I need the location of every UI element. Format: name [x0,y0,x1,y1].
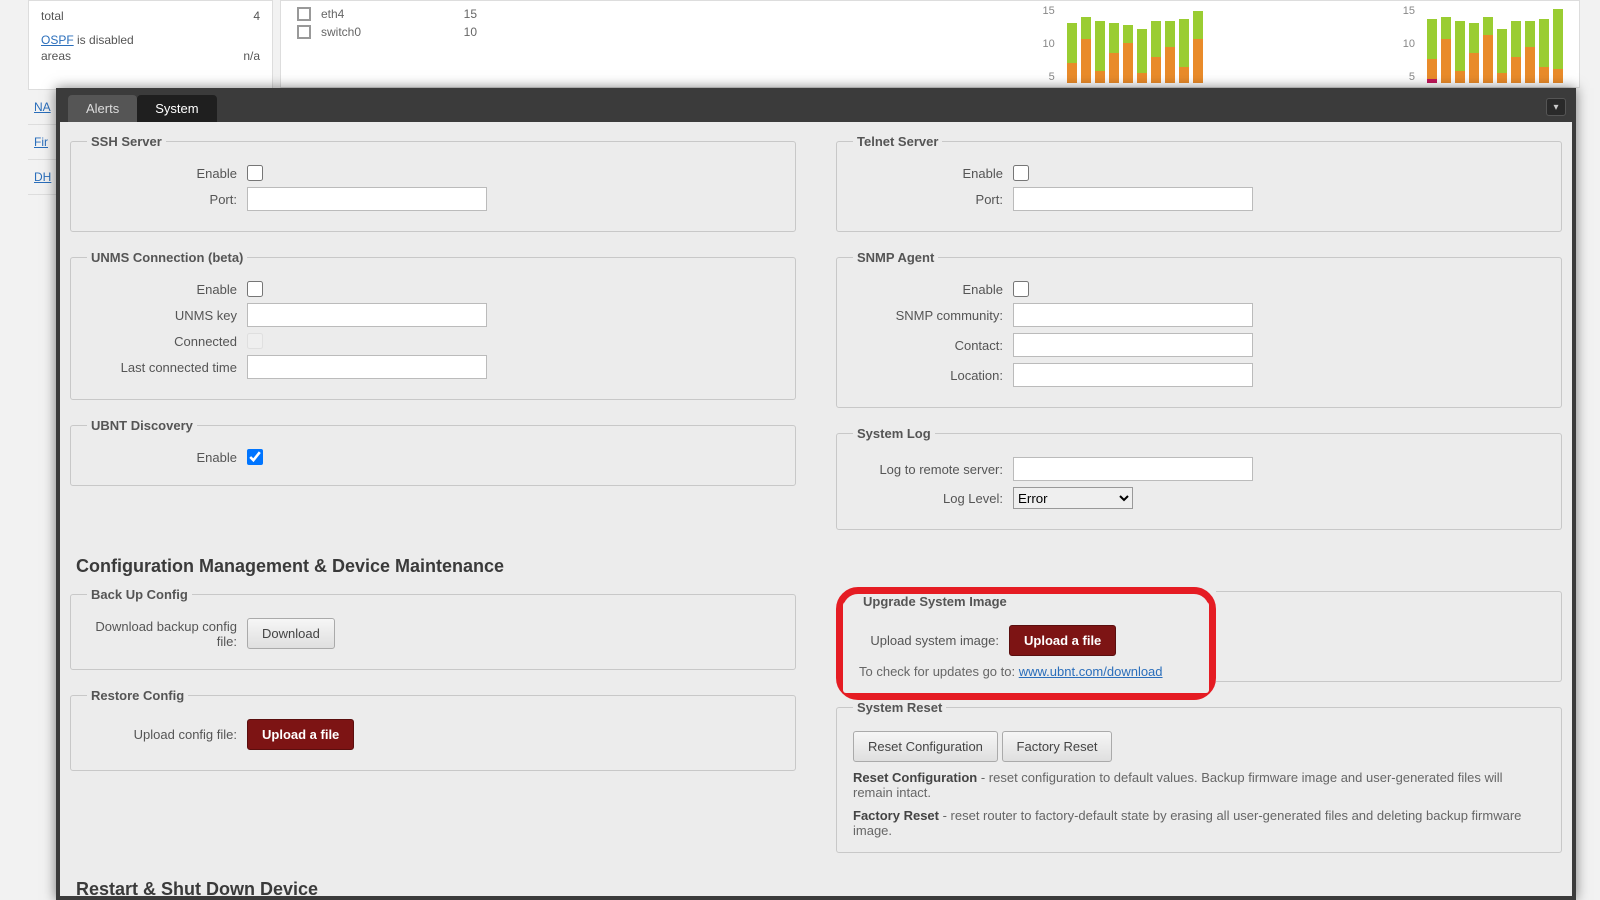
ssh-enable-label: Enable [87,166,247,181]
reset-config-button[interactable]: Reset Configuration [853,731,998,762]
dhcp-link[interactable]: DH [34,170,51,184]
unms-key-input[interactable] [247,303,487,327]
checkbox-icon[interactable] [297,7,311,21]
telnet-enable-checkbox[interactable] [1013,165,1029,181]
reset-legend: System Reset [853,700,946,715]
tab-system[interactable]: System [137,95,216,122]
legend-eth4-val: 15 [464,7,477,21]
discovery-enable-label: Enable [87,450,247,465]
ssh-port-label: Port: [87,192,247,207]
total-value: 4 [253,9,260,23]
sidebar-links: NA Fir DH [28,90,58,195]
syslog-level-label: Log Level: [853,491,1013,506]
bg-sidebar: total 4 OSPF is disabled areas n/a [28,0,273,90]
section-config-mgmt: Configuration Management & Device Mainte… [76,556,1562,577]
unms-key-label: UNMS key [87,308,247,323]
backup-label: Download backup config file: [87,619,247,649]
syslog-remote-input[interactable] [1013,457,1253,481]
panel-body: SSH Server Enable Port: UNMS Connection … [60,122,1572,896]
syslog-remote-label: Log to remote server: [853,462,1013,477]
ssh-enable-checkbox[interactable] [247,165,263,181]
legend-switch0-val: 10 [464,25,477,39]
chevron-down-icon[interactable]: ▾ [1546,98,1566,116]
legend: eth4 15 switch0 10 [297,5,477,83]
axis-2: 15105 [1403,5,1421,83]
snmp-community-input[interactable] [1013,303,1253,327]
upgrade-note: To check for updates go to: www.ubnt.com… [859,664,1193,679]
areas-label: areas [41,49,71,63]
discovery-enable-checkbox[interactable] [247,449,263,465]
upgrade-group: Upgrade System Image Upload system image… [843,594,1209,693]
snmp-contact-input[interactable] [1013,333,1253,357]
total-label: total [41,9,64,23]
snmp-enable-label: Enable [853,282,1013,297]
syslog-level-select[interactable]: Error [1013,487,1133,509]
unms-enable-label: Enable [87,282,247,297]
tabbar: Alerts System ▾ [60,92,1572,122]
backup-legend: Back Up Config [87,587,192,602]
snmp-location-input[interactable] [1013,363,1253,387]
ssh-server-group: SSH Server Enable Port: [70,134,796,232]
telnet-port-label: Port: [853,192,1013,207]
unms-last-input[interactable] [247,355,487,379]
upgrade-legend: Upgrade System Image [859,594,1011,609]
restore-label: Upload config file: [87,727,247,742]
snmp-enable-checkbox[interactable] [1013,281,1029,297]
legend-eth4: eth4 [321,7,344,21]
snmp-location-label: Location: [853,368,1013,383]
backup-group: Back Up Config Download backup config fi… [70,587,796,670]
tab-alerts[interactable]: Alerts [68,95,137,122]
reset-note1: Reset Configuration - reset configuratio… [853,770,1545,800]
upgrade-highlight: Upgrade System Image Upload system image… [836,587,1216,700]
download-button[interactable]: Download [247,618,335,649]
section-restart-shutdown: Restart & Shut Down Device [76,879,1562,896]
ssh-legend: SSH Server [87,134,166,149]
factory-reset-button[interactable]: Factory Reset [1002,731,1113,762]
snmp-community-label: SNMP community: [853,308,1013,323]
snmp-contact-label: Contact: [853,338,1013,353]
unms-connected-checkbox [247,333,263,349]
chart-1 [1067,5,1203,83]
unms-legend: UNMS Connection (beta) [87,250,247,265]
unms-group: UNMS Connection (beta) Enable UNMS key C… [70,250,796,400]
restore-group: Restore Config Upload config file: Uploa… [70,688,796,771]
axis-1: 15105 [1043,5,1061,83]
checkbox-icon[interactable] [297,25,311,39]
telnet-group: Telnet Server Enable Port: [836,134,1562,232]
discovery-legend: UBNT Discovery [87,418,197,433]
upload-config-button[interactable]: Upload a file [247,719,354,750]
ssh-port-input[interactable] [247,187,487,211]
snmp-group: SNMP Agent Enable SNMP community: Contac… [836,250,1562,408]
unms-connected-label: Connected [87,334,247,349]
upgrade-note-text: To check for updates go to: [859,664,1019,679]
upgrade-label: Upload system image: [859,633,1009,648]
upload-image-button[interactable]: Upload a file [1009,625,1116,656]
unms-enable-checkbox[interactable] [247,281,263,297]
reset-group: System Reset Reset Configuration Factory… [836,700,1562,853]
telnet-port-input[interactable] [1013,187,1253,211]
ospf-link[interactable]: OSPF [41,33,74,47]
chart-2 [1427,5,1563,83]
unms-last-label: Last connected time [87,360,247,375]
bg-charts: eth4 15 switch0 10 15105 15105 [280,0,1580,88]
areas-value: n/a [243,49,260,63]
reset-note2: Factory Reset - reset router to factory-… [853,808,1545,838]
snmp-legend: SNMP Agent [853,250,938,265]
firewall-link[interactable]: Fir [34,135,48,149]
syslog-legend: System Log [853,426,935,441]
legend-switch0: switch0 [321,25,361,39]
telnet-legend: Telnet Server [853,134,942,149]
syslog-group: System Log Log to remote server: Log Lev… [836,426,1562,530]
restore-legend: Restore Config [87,688,188,703]
system-panel: Alerts System ▾ SSH Server Enable Port: … [56,88,1576,900]
download-link[interactable]: www.ubnt.com/download [1019,664,1163,679]
nat-link[interactable]: NA [34,100,51,114]
telnet-enable-label: Enable [853,166,1013,181]
ospf-status: is disabled [77,33,134,47]
discovery-group: UBNT Discovery Enable [70,418,796,486]
